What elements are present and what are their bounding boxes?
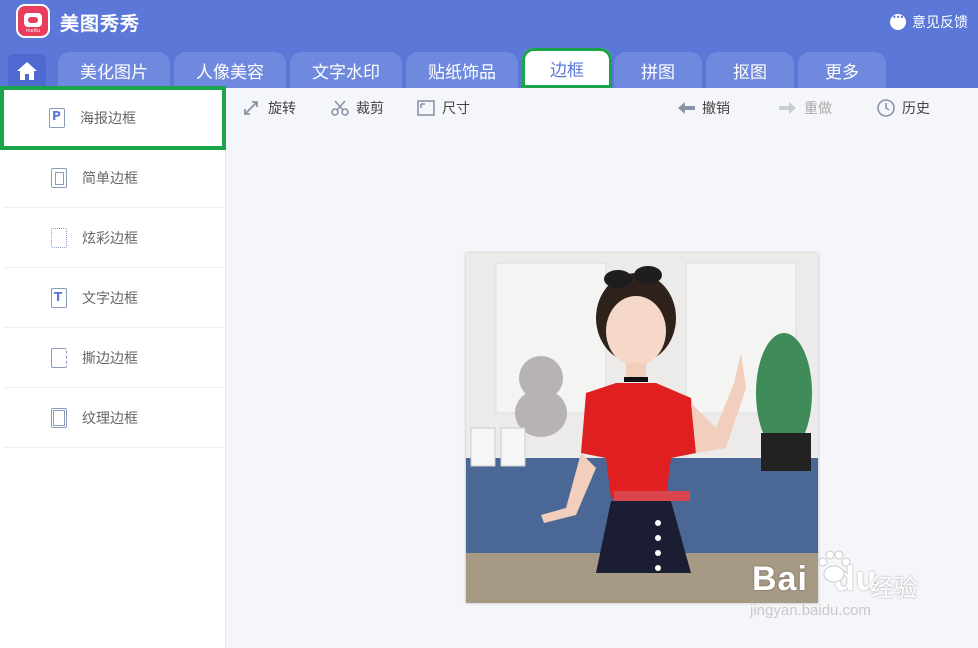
poster-frame-icon (49, 108, 65, 128)
home-button[interactable] (8, 54, 46, 88)
feedback-label: 意见反馈 (912, 15, 968, 31)
history-label: 历史 (902, 101, 930, 117)
home-icon (17, 62, 37, 80)
clock-icon (877, 99, 895, 117)
logo-text: meitu (25, 28, 41, 34)
tab-collage[interactable]: 拼图 (614, 52, 702, 88)
sidebar-item-label: 撕边边框 (82, 351, 138, 367)
sidebar-item-torn-frame[interactable]: 撕边边框 (4, 328, 224, 388)
redo-arrow-icon (779, 102, 796, 114)
app-title: 美图秀秀 (60, 13, 141, 35)
simple-frame-icon (51, 168, 67, 188)
tab-more[interactable]: 更多 (798, 52, 886, 88)
sidebar-item-simple-frame[interactable]: 简单边框 (4, 148, 224, 208)
sidebar-item-label: 海报边框 (80, 111, 136, 127)
torn-frame-icon (51, 348, 67, 368)
scissors-icon (331, 100, 349, 116)
watermark-logo-bai: Bai (752, 560, 808, 598)
chat-bubble-icon (890, 13, 906, 30)
history-button[interactable]: 历史 (876, 98, 930, 118)
crop-label: 裁剪 (356, 101, 384, 117)
watermark-jingyan: 经验 (870, 574, 918, 602)
tab-portrait[interactable]: 人像美容 (174, 52, 286, 88)
sidebar-item-label: 文字边框 (82, 291, 138, 307)
undo-arrow-icon (678, 102, 695, 114)
baidu-paw-icon (818, 550, 851, 583)
photo-image (466, 253, 818, 603)
watermark-url: jingyan.baidu.com (750, 602, 871, 619)
undo-button[interactable]: 撤销 (676, 98, 730, 118)
texture-frame-icon (51, 408, 67, 428)
tab-stickers[interactable]: 贴纸饰品 (406, 52, 518, 88)
sidebar-item-label: 纹理边框 (82, 411, 138, 427)
redo-label: 重做 (804, 101, 832, 117)
redo-button[interactable]: 重做 (778, 98, 832, 118)
rotate-icon (244, 101, 258, 115)
photo-canvas[interactable] (466, 253, 818, 603)
sidebar-item-label: 炫彩边框 (82, 231, 138, 247)
tab-frame[interactable]: 边框 (522, 48, 612, 88)
resize-icon (417, 100, 435, 116)
crop-button[interactable]: 裁剪 (330, 98, 384, 118)
undo-label: 撤销 (702, 101, 730, 117)
rotate-button[interactable]: 旋转 (242, 98, 296, 118)
tab-cutout[interactable]: 抠图 (706, 52, 794, 88)
sidebar-item-text-frame[interactable]: 文字边框 (4, 268, 224, 328)
frame-sidebar: 海报边框 简单边框 炫彩边框 文字边框 撕边边框 纹理边框 (0, 86, 226, 648)
app-logo-icon: meitu (16, 4, 50, 38)
sidebar-item-texture-frame[interactable]: 纹理边框 (4, 388, 224, 448)
rotate-label: 旋转 (268, 101, 296, 117)
sidebar-item-colorful-frame[interactable]: 炫彩边框 (4, 208, 224, 268)
sidebar-item-poster-frame[interactable]: 海报边框 (0, 86, 226, 150)
tab-bar: 美化图片 人像美容 文字水印 贴纸饰品 边框 拼图 抠图 更多 (0, 44, 978, 88)
tab-beautify[interactable]: 美化图片 (58, 52, 170, 88)
feedback-button[interactable]: 意见反馈 (890, 12, 968, 32)
title-bar: meitu 美图秀秀 意见反馈 (0, 0, 978, 44)
colorful-frame-icon (51, 228, 67, 248)
baidu-jingyan-watermark: Bai du 经验 jingyan.baidu.com (748, 550, 968, 630)
size-button[interactable]: 尺寸 (416, 98, 470, 118)
text-frame-icon (51, 288, 67, 308)
tab-text-watermark[interactable]: 文字水印 (290, 52, 402, 88)
sidebar-item-label: 简单边框 (82, 171, 138, 187)
size-label: 尺寸 (442, 101, 470, 117)
